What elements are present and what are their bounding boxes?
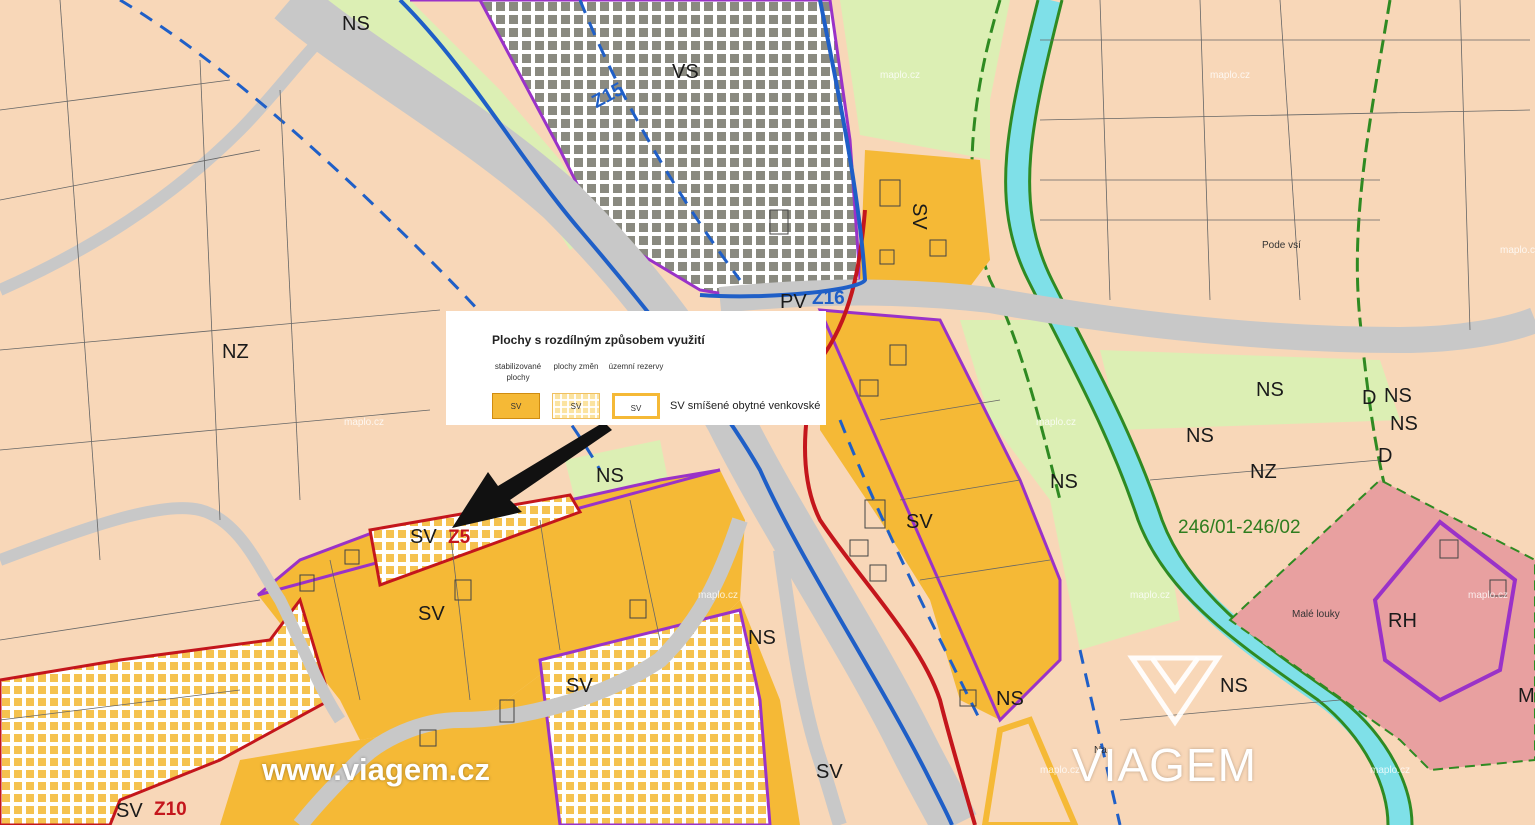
- label-ns-river: NS: [1256, 379, 1284, 401]
- place-male-louky: Malé louky: [1292, 609, 1340, 620]
- label-z5: Z5: [448, 527, 471, 548]
- label-sv-bottom-left: SV: [116, 800, 143, 822]
- legend-description: SV smíšené obytné venkovské: [670, 400, 821, 412]
- label-d2: D: [1378, 445, 1392, 467]
- legend-panel: Plochy s rozdílným způsobem využití stab…: [446, 311, 826, 425]
- label-ns-riverbank: NS: [1186, 425, 1214, 447]
- legend-col-reserves: územní rezervy: [608, 362, 664, 371]
- label-sv-mid: SV: [418, 603, 445, 625]
- watermark: maplo.cz: [344, 417, 384, 428]
- label-sv-small: SV: [410, 526, 437, 548]
- label-nz-right: NZ: [1250, 461, 1277, 483]
- label-nz-left: NZ: [222, 341, 249, 363]
- label-parcels: 246/01-246/02: [1178, 517, 1301, 538]
- watermark: maplo.cz: [880, 70, 920, 81]
- brand-logo-text: VIAGEM: [1072, 739, 1257, 791]
- label-m-edge: M: [1518, 685, 1535, 707]
- label-sv-bottom-mid: SV: [816, 761, 843, 783]
- label-ns-road: NS: [748, 627, 776, 649]
- watermark: maplo.cz: [1036, 417, 1076, 428]
- legend-swatch-changes: SV: [552, 393, 600, 419]
- label-ns-box: NS: [596, 465, 624, 487]
- label-vs: VS: [672, 61, 699, 83]
- label-z16: Z16: [812, 288, 845, 309]
- legend-swatch-reserves: SV: [612, 393, 660, 419]
- label-sv-vertical: SV: [908, 203, 930, 230]
- greenery-top-right: [840, 0, 1010, 160]
- label-pv: PV: [780, 291, 807, 313]
- label-rh: RH: [1388, 610, 1417, 632]
- label-d1: D: [1362, 387, 1376, 409]
- label-ns-low: NS: [1220, 675, 1248, 697]
- label-ns-top: NS: [342, 13, 370, 35]
- label-sv-right: SV: [906, 511, 933, 533]
- website-watermark: www.viagem.cz: [262, 752, 490, 787]
- place-pode-vsi: Pode vsí: [1262, 240, 1301, 251]
- label-ns-road-right: NS: [996, 688, 1024, 710]
- legend-col-changes: plochy změn: [553, 362, 599, 371]
- label-sv-center: SV: [566, 675, 593, 697]
- label-ns-d1: NS: [1384, 385, 1412, 407]
- label-z10: Z10: [154, 799, 187, 820]
- watermark: maplo.cz: [1370, 765, 1410, 776]
- watermark: maplo.cz: [698, 590, 738, 601]
- watermark: maplo.cz: [1500, 245, 1535, 256]
- greenery-ns-band: [1100, 350, 1400, 430]
- label-ns-right-field: NS: [1050, 471, 1078, 493]
- label-ns-d2: NS: [1390, 413, 1418, 435]
- watermark: maplo.cz: [1468, 590, 1508, 601]
- watermark: maplo.cz: [1210, 70, 1250, 81]
- legend-col-stabilized: stabilizované plochy: [494, 362, 542, 382]
- legend-title: Plochy s rozdílným způsobem využití: [492, 333, 705, 347]
- legend-swatch-stabilized: SV: [492, 393, 540, 419]
- watermark: maplo.cz: [1130, 590, 1170, 601]
